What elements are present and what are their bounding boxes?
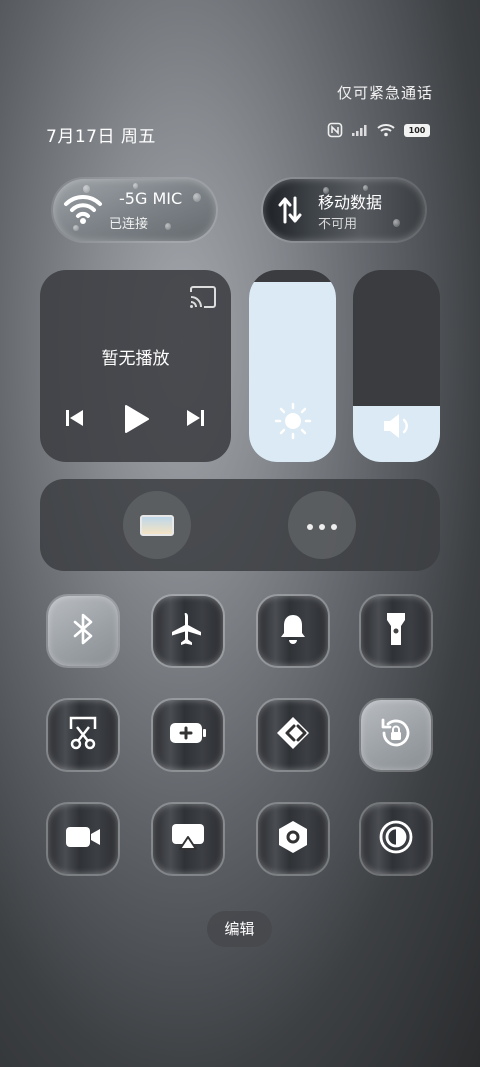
screenshot-icon — [67, 715, 99, 755]
screen-mirror-button[interactable] — [123, 491, 191, 559]
brightness-slider[interactable] — [249, 270, 336, 462]
screen-icon — [140, 514, 174, 536]
signal-icon — [352, 124, 368, 136]
nearby-share-toggle[interactable] — [258, 700, 328, 770]
battery-icon: 100 — [404, 123, 430, 137]
battery-saver-toggle[interactable] — [153, 700, 223, 770]
edit-button[interactable]: 编辑 — [207, 911, 272, 947]
bell-icon — [278, 612, 308, 650]
cast-icon[interactable] — [189, 286, 217, 312]
mobile-data-label: 移动数据 — [318, 193, 383, 212]
screenshot-toggle[interactable] — [48, 700, 118, 770]
wifi-icon — [63, 192, 103, 230]
nearby-share-icon — [275, 715, 311, 755]
more-icon — [305, 516, 339, 535]
settings-hex-icon — [276, 819, 310, 859]
sun-icon — [249, 402, 336, 440]
screen-cast-toggle[interactable] — [153, 804, 223, 874]
more-devices-button[interactable] — [288, 491, 356, 559]
mobile-data-icon — [277, 196, 303, 228]
nfc-icon — [327, 122, 343, 138]
play-icon[interactable] — [123, 404, 149, 438]
rotation-lock-toggle[interactable] — [361, 700, 431, 770]
battery-saver-icon — [168, 721, 208, 749]
dark-mode-toggle[interactable] — [361, 804, 431, 874]
next-track-icon[interactable] — [185, 408, 205, 432]
mobile-data-status: 不可用 — [318, 217, 358, 232]
emergency-call-only-label: 仅可紧急通话 — [336, 84, 433, 102]
wifi-status: 已连接 — [109, 217, 149, 232]
date-label: 7月17日 周五 — [46, 127, 156, 147]
speaker-icon — [353, 412, 440, 440]
airplane-icon — [170, 611, 206, 651]
wifi-toggle[interactable]: -5G MIC 已连接 — [53, 179, 216, 241]
flashlight-toggle[interactable] — [361, 596, 431, 666]
wifi-name: -5G MIC — [119, 189, 183, 208]
bluetooth-icon — [71, 612, 95, 650]
dark-mode-icon — [378, 819, 414, 859]
device-control-bar — [40, 479, 440, 571]
airplane-mode-toggle[interactable] — [153, 596, 223, 666]
screen-record-toggle[interactable] — [48, 804, 118, 874]
bluetooth-toggle[interactable] — [48, 596, 118, 666]
status-icons: 100 — [327, 122, 430, 138]
mobile-data-toggle[interactable]: 移动数据 不可用 — [263, 179, 425, 241]
screen-record-icon — [64, 824, 102, 854]
previous-track-icon[interactable] — [65, 408, 85, 432]
media-title: 暂无播放 — [101, 349, 170, 369]
volume-slider[interactable] — [353, 270, 440, 462]
flashlight-icon — [385, 611, 407, 651]
ringer-toggle[interactable] — [258, 596, 328, 666]
screen-cast-icon — [170, 822, 206, 856]
wifi-status-icon — [377, 123, 395, 137]
media-player-card[interactable]: 暂无播放 — [40, 270, 231, 462]
rotation-lock-icon — [378, 715, 414, 755]
hex-settings-toggle[interactable] — [258, 804, 328, 874]
